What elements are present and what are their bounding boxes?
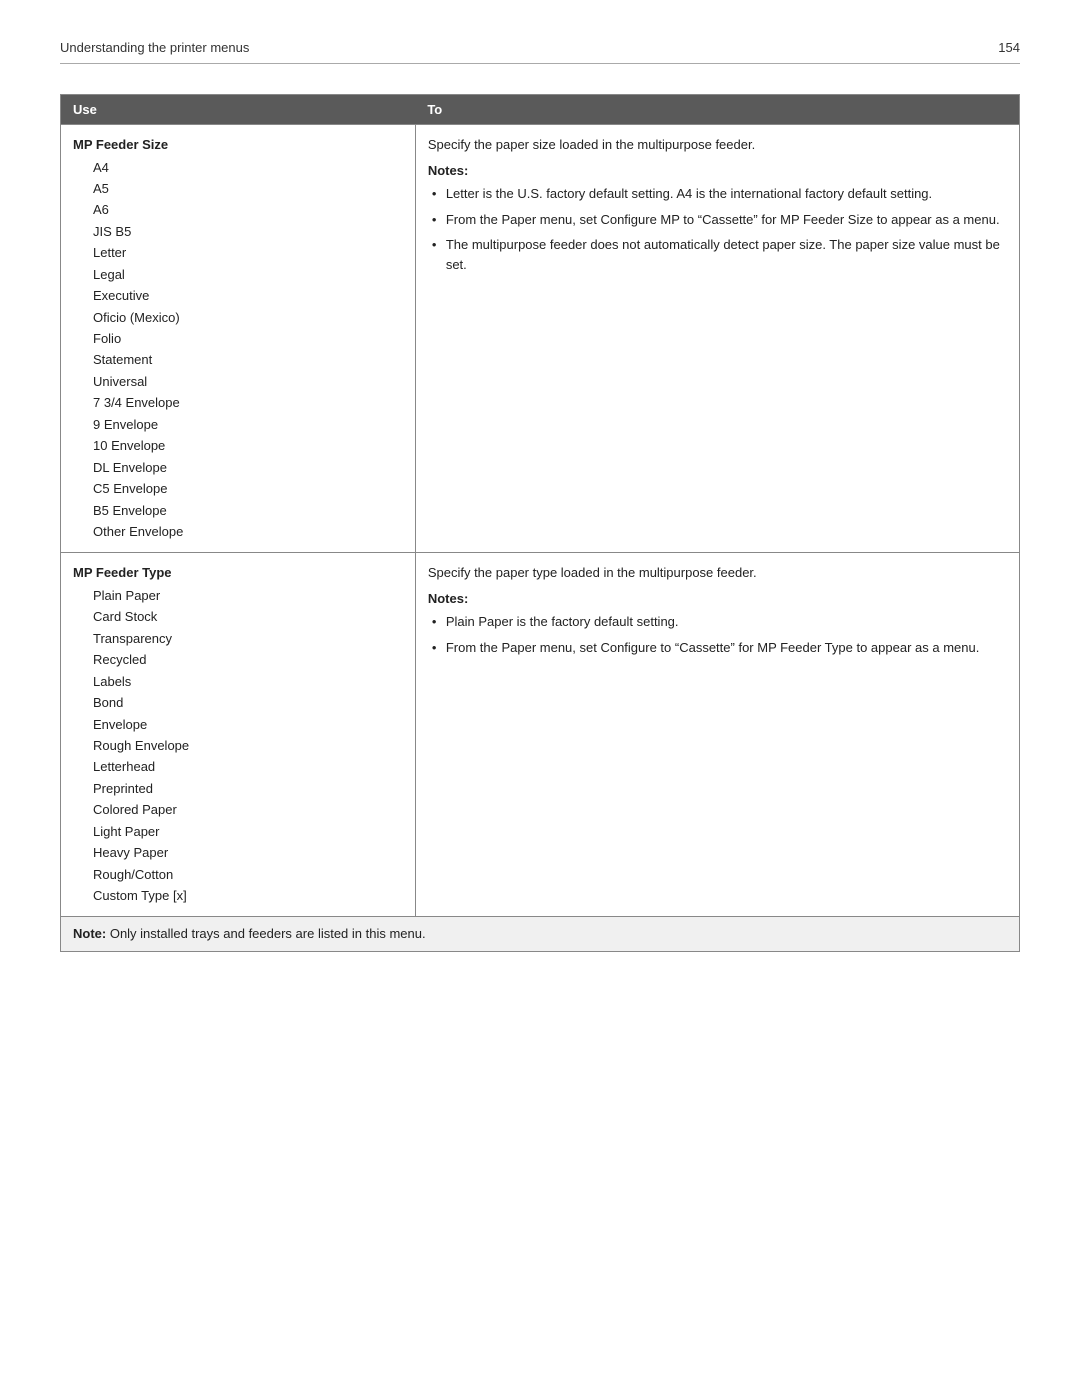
note-item: From the Paper menu, set Configure to “C… xyxy=(428,638,1007,658)
list-item: A6 xyxy=(73,199,403,220)
list-item: Letterhead xyxy=(73,756,403,777)
list-item: Executive xyxy=(73,285,403,306)
notes-list: Letter is the U.S. factory default setti… xyxy=(428,184,1007,274)
list-item: Rough Envelope xyxy=(73,735,403,756)
table-row-mp-feeder-size: MP Feeder SizeA4A5A6JIS B5LetterLegalExe… xyxy=(61,125,1020,553)
list-item: Preprinted xyxy=(73,778,403,799)
list-item: Light Paper xyxy=(73,821,403,842)
to-cell-mp-feeder-type: Specify the paper type loaded in the mul… xyxy=(415,553,1019,917)
list-item: 7 3/4 Envelope xyxy=(73,392,403,413)
list-item: Oficio (Mexico) xyxy=(73,307,403,328)
list-item: B5 Envelope xyxy=(73,500,403,521)
list-item: C5 Envelope xyxy=(73,478,403,499)
section-label-mp-feeder-size: MP Feeder Size xyxy=(73,135,403,155)
page-title: Understanding the printer menus xyxy=(60,40,249,55)
col-use-header: Use xyxy=(61,95,416,125)
list-item: JIS B5 xyxy=(73,221,403,242)
note-item: Plain Paper is the factory default setti… xyxy=(428,612,1007,632)
note-item: Letter is the U.S. factory default setti… xyxy=(428,184,1007,204)
notes-label: Notes: xyxy=(428,589,1007,609)
footer-row: Note: Only installed trays and feeders a… xyxy=(61,917,1020,952)
footer-note-bold: Note: xyxy=(73,926,106,941)
notes-list: Plain Paper is the factory default setti… xyxy=(428,612,1007,657)
list-item: Labels xyxy=(73,671,403,692)
list-item: Bond xyxy=(73,692,403,713)
section-label-mp-feeder-type: MP Feeder Type xyxy=(73,563,403,583)
list-item: 9 Envelope xyxy=(73,414,403,435)
list-item: Letter xyxy=(73,242,403,263)
list-item: Rough/Cotton xyxy=(73,864,403,885)
to-description: Specify the paper size loaded in the mul… xyxy=(428,135,1007,155)
list-item: Card Stock xyxy=(73,606,403,627)
footer-note-text: Only installed trays and feeders are lis… xyxy=(106,926,425,941)
table-row-mp-feeder-type: MP Feeder TypePlain PaperCard StockTrans… xyxy=(61,553,1020,917)
use-cell-mp-feeder-type: MP Feeder TypePlain PaperCard StockTrans… xyxy=(61,553,416,917)
page-header: Understanding the printer menus 154 xyxy=(60,40,1020,64)
list-item: Other Envelope xyxy=(73,521,403,542)
list-item: A5 xyxy=(73,178,403,199)
list-item: Transparency xyxy=(73,628,403,649)
list-item: Heavy Paper xyxy=(73,842,403,863)
list-item: Colored Paper xyxy=(73,799,403,820)
list-item: Universal xyxy=(73,371,403,392)
list-item: Custom Type [x] xyxy=(73,885,403,906)
notes-label: Notes: xyxy=(428,161,1007,181)
page-number: 154 xyxy=(998,40,1020,55)
to-description: Specify the paper type loaded in the mul… xyxy=(428,563,1007,583)
list-item: A4 xyxy=(73,157,403,178)
list-item: Folio xyxy=(73,328,403,349)
list-item: 10 Envelope xyxy=(73,435,403,456)
note-item: The multipurpose feeder does not automat… xyxy=(428,235,1007,274)
list-item: DL Envelope xyxy=(73,457,403,478)
list-item: Plain Paper xyxy=(73,585,403,606)
list-item: Legal xyxy=(73,264,403,285)
list-item: Recycled xyxy=(73,649,403,670)
main-table: Use To MP Feeder SizeA4A5A6JIS B5LetterL… xyxy=(60,94,1020,952)
list-item: Envelope xyxy=(73,714,403,735)
note-item: From the Paper menu, set Configure MP to… xyxy=(428,210,1007,230)
list-item: Statement xyxy=(73,349,403,370)
col-to-header: To xyxy=(415,95,1019,125)
footer-note-cell: Note: Only installed trays and feeders a… xyxy=(61,917,1020,952)
use-cell-mp-feeder-size: MP Feeder SizeA4A5A6JIS B5LetterLegalExe… xyxy=(61,125,416,553)
to-cell-mp-feeder-size: Specify the paper size loaded in the mul… xyxy=(415,125,1019,553)
